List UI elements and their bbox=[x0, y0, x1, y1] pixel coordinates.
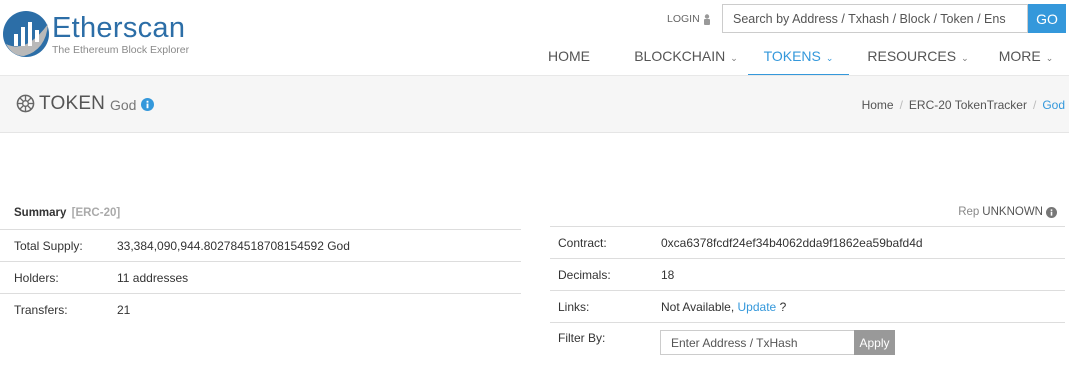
links-label: Links: bbox=[558, 300, 590, 314]
nav-tokens[interactable]: TOKENS ⌄ bbox=[748, 40, 849, 76]
info-icon[interactable] bbox=[141, 98, 154, 111]
token-standard: [ERC-20] bbox=[71, 207, 121, 219]
etherscan-logo[interactable]: Etherscan The Ethereum Block Explorer bbox=[0, 10, 200, 62]
breadcrumb-separator: / bbox=[1032, 98, 1037, 112]
summary-title: Summary [ERC-20] bbox=[14, 207, 120, 219]
nav-blockchain-label: BLOCKCHAIN bbox=[634, 48, 726, 64]
holders-row: Holders: 11 addresses bbox=[0, 261, 521, 293]
links-row: Links: Not Available, Update ? bbox=[550, 290, 1065, 322]
holders-label: Holders: bbox=[14, 271, 59, 285]
nav-blockchain[interactable]: BLOCKCHAIN ⌄ bbox=[627, 40, 745, 76]
breadcrumb-erc20-tracker[interactable]: ERC-20 TokenTracker bbox=[909, 98, 1027, 112]
reputation: Rep UNKNOWN bbox=[958, 206, 1057, 218]
search-input[interactable] bbox=[722, 4, 1028, 33]
nav-more-label: MORE bbox=[998, 48, 1041, 64]
contract-address-link[interactable]: 0xca6378fcdf24ef34b4062dda9f1862ea59bafd… bbox=[661, 236, 923, 250]
token-icon bbox=[16, 94, 35, 113]
summary-label: Summary bbox=[14, 207, 67, 219]
chevron-down-icon: ⌄ bbox=[1045, 53, 1054, 63]
decimals-value: 18 bbox=[661, 268, 675, 282]
login-label: LOGIN bbox=[667, 13, 700, 25]
nav-resources[interactable]: RESOURCES ⌄ bbox=[860, 40, 976, 76]
rep-label: Rep bbox=[958, 206, 980, 218]
breadcrumb-separator: / bbox=[899, 98, 903, 112]
transfers-value: 21 bbox=[117, 303, 131, 317]
chevron-down-icon: ⌄ bbox=[825, 53, 834, 63]
page-title: TOKEN bbox=[39, 93, 106, 114]
chevron-down-icon: ⌄ bbox=[961, 53, 969, 63]
breadcrumb-current: God bbox=[1042, 98, 1065, 112]
brand-tagline: The Ethereum Block Explorer bbox=[52, 44, 190, 56]
filter-address-input[interactable] bbox=[660, 330, 855, 355]
apply-filter-button[interactable]: Apply bbox=[854, 330, 895, 355]
contract-row: Contract: 0xca6378fcdf24ef34b4062dda9f18… bbox=[550, 226, 1065, 258]
token-name: God bbox=[110, 97, 137, 113]
search-go-button[interactable]: GO bbox=[1028, 4, 1066, 33]
nav-resources-label: RESOURCES bbox=[867, 48, 957, 64]
filter-label: Filter By: bbox=[558, 331, 606, 345]
nav-home-label: HOME bbox=[548, 48, 590, 64]
decimals-label: Decimals: bbox=[558, 268, 611, 282]
total-supply-label: Total Supply: bbox=[14, 239, 83, 253]
decimals-row: Decimals: 18 bbox=[550, 258, 1065, 290]
contract-label: Contract: bbox=[558, 236, 607, 250]
nav-more[interactable]: MORE ⌄ bbox=[990, 40, 1062, 76]
chevron-down-icon: ⌄ bbox=[730, 53, 738, 63]
brand-name: Etherscan bbox=[52, 12, 186, 44]
total-supply-row: Total Supply: 33,384,090,944.80278451870… bbox=[0, 229, 521, 261]
holders-value: 11 addresses bbox=[117, 271, 189, 285]
info-icon[interactable] bbox=[1046, 206, 1057, 218]
nav-home[interactable]: HOME bbox=[537, 40, 601, 76]
breadcrumb-home[interactable]: Home bbox=[862, 98, 894, 112]
transfers-label: Transfers: bbox=[14, 303, 68, 317]
links-question: ? bbox=[779, 300, 787, 314]
breadcrumb: Home / ERC-20 TokenTracker / God bbox=[862, 98, 1065, 112]
update-link[interactable]: Update bbox=[738, 300, 777, 314]
login-link[interactable]: LOGIN bbox=[667, 13, 711, 25]
total-supply-value: 33,384,090,944.802784518708154592 God bbox=[117, 239, 350, 253]
user-icon bbox=[703, 13, 710, 25]
rep-value: UNKNOWN bbox=[982, 206, 1043, 218]
page-title-bar: TOKEN God Home / ERC-20 TokenTracker / God bbox=[0, 76, 1069, 133]
nav-tokens-label: TOKENS bbox=[763, 48, 821, 64]
links-not-available: Not Available, bbox=[661, 300, 735, 314]
links-value: Not Available, Update ? bbox=[661, 300, 786, 314]
transfers-row: Transfers: 21 bbox=[0, 293, 521, 325]
etherscan-logo-icon bbox=[3, 11, 49, 57]
